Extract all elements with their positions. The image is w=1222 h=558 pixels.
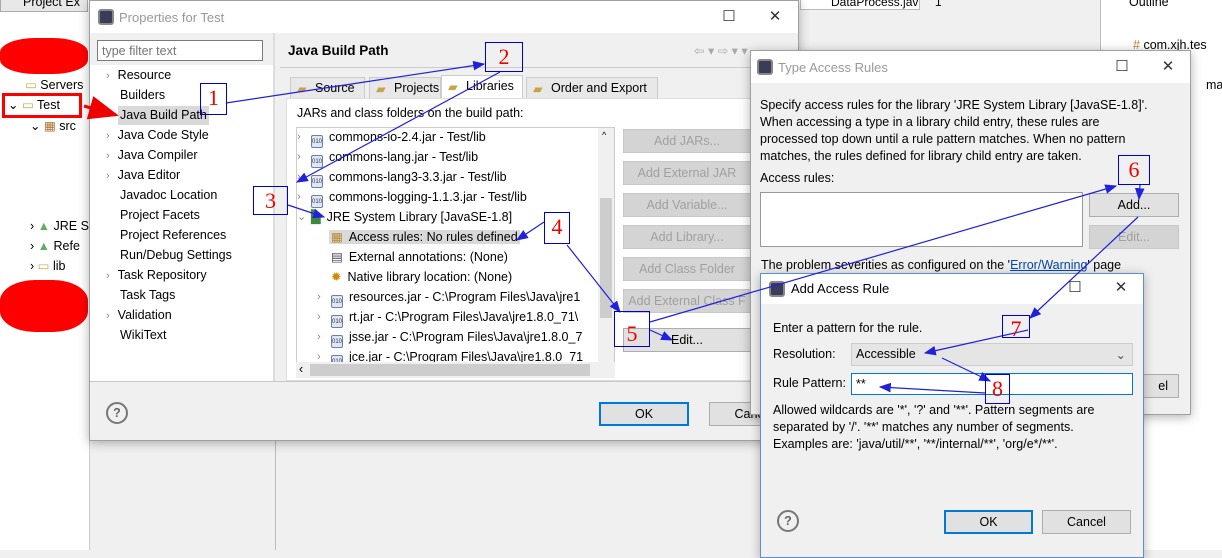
annotation-8: 8 [985, 374, 1010, 404]
annotation-6: 6 [1118, 155, 1150, 185]
annotation-5: 5 [614, 311, 650, 347]
arrow [941, 357, 992, 382]
arrow [295, 71, 501, 183]
annotation-2: 2 [485, 42, 523, 72]
arrow [566, 244, 621, 313]
arrow [878, 382, 986, 394]
red-arrow [83, 96, 119, 120]
annotation-4: 4 [544, 212, 570, 244]
annotation-1: 1 [200, 83, 227, 115]
arrow [1029, 216, 1139, 319]
annotation-arrows [83, 60, 1145, 394]
annotation-3: 3 [253, 186, 288, 215]
arrow [1134, 184, 1145, 201]
arrow [649, 184, 1118, 323]
arrow [287, 204, 326, 219]
arrow [225, 60, 486, 104]
arrow [516, 221, 545, 241]
annotation-7: 7 [1002, 315, 1030, 341]
arrow [649, 329, 674, 341]
